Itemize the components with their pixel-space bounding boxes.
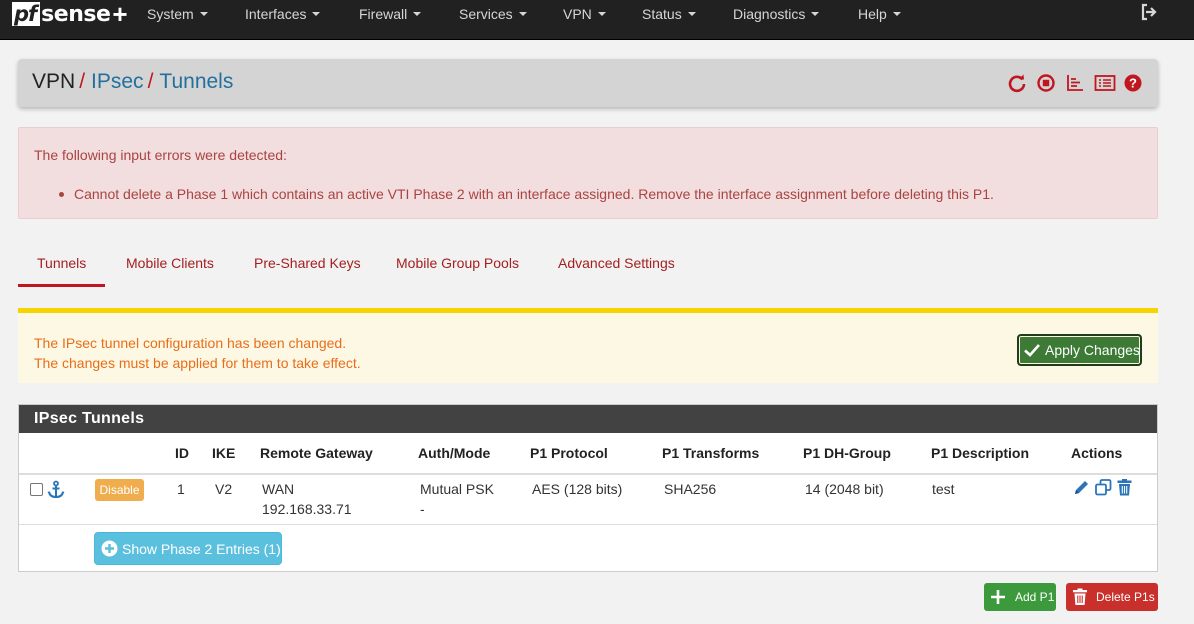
pfsense-logo[interactable]: pf sense + [12,1,128,27]
chevron-down-icon [811,12,820,17]
cell-id: 1 [177,481,185,497]
logo-plus-text: + [112,0,128,29]
nav-vpn-label: VPN [563,6,592,22]
row-select-checkbox[interactable] [30,483,43,496]
top-navbar: pf sense + System Interfaces Firewall Se… [0,0,1194,40]
panel-title: IPsec Tunnels [19,405,1157,433]
column-header-p1-transforms: P1 Transforms [662,445,760,461]
add-p1-label: Add P1 [1015,590,1055,604]
column-header-p1-protocol: P1 Protocol [530,445,608,461]
cell-auth: Mutual PSK [420,481,494,497]
delete-p1s-label: Delete P1s [1096,590,1155,604]
add-p1-button[interactable]: Add P1 [984,583,1056,611]
nav-firewall[interactable]: Firewall [359,0,422,28]
logo-pf-text: pf [12,2,41,26]
show-phase2-entries-label: Show Phase 2 Entries (1) [122,540,281,557]
copy-icon[interactable] [1094,478,1113,497]
delete-p1s-button[interactable]: Delete P1s [1066,583,1158,611]
cell-p1-description: test [932,481,955,497]
breadcrumb-panel: VPN / IPsec / Tunnels ? [18,59,1158,107]
header-divider [19,473,1157,475]
svg-text:?: ? [1129,76,1137,91]
cell-ike: V2 [215,481,233,497]
anchor-icon[interactable] [46,480,66,500]
column-header-p1-dh-group: P1 DH-Group [803,445,891,461]
nav-services[interactable]: Services [459,0,527,28]
tab-tunnels[interactable]: Tunnels [37,255,86,271]
log-icon[interactable] [1065,73,1085,93]
error-bullet [59,192,64,197]
cell-p1-protocol: AES (128 bits) [532,481,623,497]
cell-mode: - [420,501,425,517]
nav-interfaces-label: Interfaces [245,6,307,22]
nav-firewall-label: Firewall [359,6,408,22]
tab-mobile-clients[interactable]: Mobile Clients [126,255,214,271]
nav-interfaces[interactable]: Interfaces [245,0,321,28]
nav-help-label: Help [858,6,887,22]
notice-line-1: The IPsec tunnel configuration has been … [34,335,347,351]
cell-p1-transforms: SHA256 [664,481,717,497]
config-changed-alert: The IPsec tunnel configuration has been … [18,308,1158,383]
nav-status-label: Status [642,6,682,22]
column-header-id: ID [175,445,189,461]
chevron-down-icon [312,12,321,17]
chevron-down-icon [413,12,422,17]
edit-icon[interactable] [1072,478,1091,497]
breadcrumb: VPN / IPsec / Tunnels [32,70,233,94]
breadcrumb-ipsec-link[interactable]: IPsec [91,70,144,93]
nav-status[interactable]: Status [642,0,696,28]
plus-circle-icon [101,540,118,557]
nav-diagnostics[interactable]: Diagnostics [733,0,820,28]
column-header-remote-gateway: Remote Gateway [260,445,373,461]
cell-p1-dh-group: 14 (2048 bit) [805,481,884,497]
chevron-down-icon [892,12,901,17]
breadcrumb-tunnels-link[interactable]: Tunnels [159,70,233,93]
input-errors-alert: The following input errors were detected… [18,127,1158,219]
header-icon-bar: ? [1007,73,1143,93]
error-item: Cannot delete a Phase 1 which contains a… [74,186,994,202]
show-phase2-entries-button[interactable]: Show Phase 2 Entries (1) [94,532,282,565]
restart-icon[interactable] [1007,73,1027,93]
column-header-auth-mode: Auth/Mode [418,445,491,461]
apply-changes-label: Apply Changes [1045,342,1140,358]
tab-advanced-settings[interactable]: Advanced Settings [558,255,675,271]
chevron-down-icon [687,12,696,17]
breadcrumb-separator: / [147,70,154,93]
cell-gateway-ip: 192.168.33.71 [262,501,352,517]
errors-title: The following input errors were detected… [34,147,287,163]
row-divider [19,524,1157,525]
disable-button[interactable]: Disable [95,479,144,501]
plus-icon [990,589,1006,605]
column-header-actions: Actions [1071,445,1123,461]
list-icon[interactable] [1094,73,1116,93]
nav-help[interactable]: Help [858,0,901,28]
chevron-down-icon [518,12,527,17]
column-header-ike: IKE [212,445,236,461]
tab-mobile-group-pools[interactable]: Mobile Group Pools [396,255,519,271]
nav-system[interactable]: System [147,0,208,28]
chevron-down-icon [199,12,208,17]
nav-services-label: Services [459,6,513,22]
checkmark-icon [1023,341,1041,359]
trash-icon [1072,588,1088,606]
nav-vpn[interactable]: VPN [563,0,606,28]
cell-gateway-interface: WAN [262,481,295,497]
chevron-down-icon [597,12,606,17]
logo-sense-text: sense [41,1,111,27]
trash-icon[interactable] [1115,478,1134,497]
logout-icon[interactable] [1140,3,1158,21]
breadcrumb-vpn: VPN [32,70,76,93]
apply-changes-button[interactable]: Apply Changes [1017,334,1142,366]
stop-icon[interactable] [1036,73,1056,93]
tab-pre-shared-keys[interactable]: Pre-Shared Keys [254,255,361,271]
nav-system-label: System [147,6,194,22]
breadcrumb-separator: / [79,70,86,93]
column-header-p1-description: P1 Description [931,445,1030,461]
active-tab-indicator [18,284,105,287]
nav-diagnostics-label: Diagnostics [733,6,806,22]
notice-line-2: The changes must be applied for them to … [34,355,361,371]
help-icon[interactable]: ? [1123,73,1143,93]
ipsec-tunnels-panel: IPsec Tunnels ID IKE Remote Gateway Auth… [18,404,1158,572]
